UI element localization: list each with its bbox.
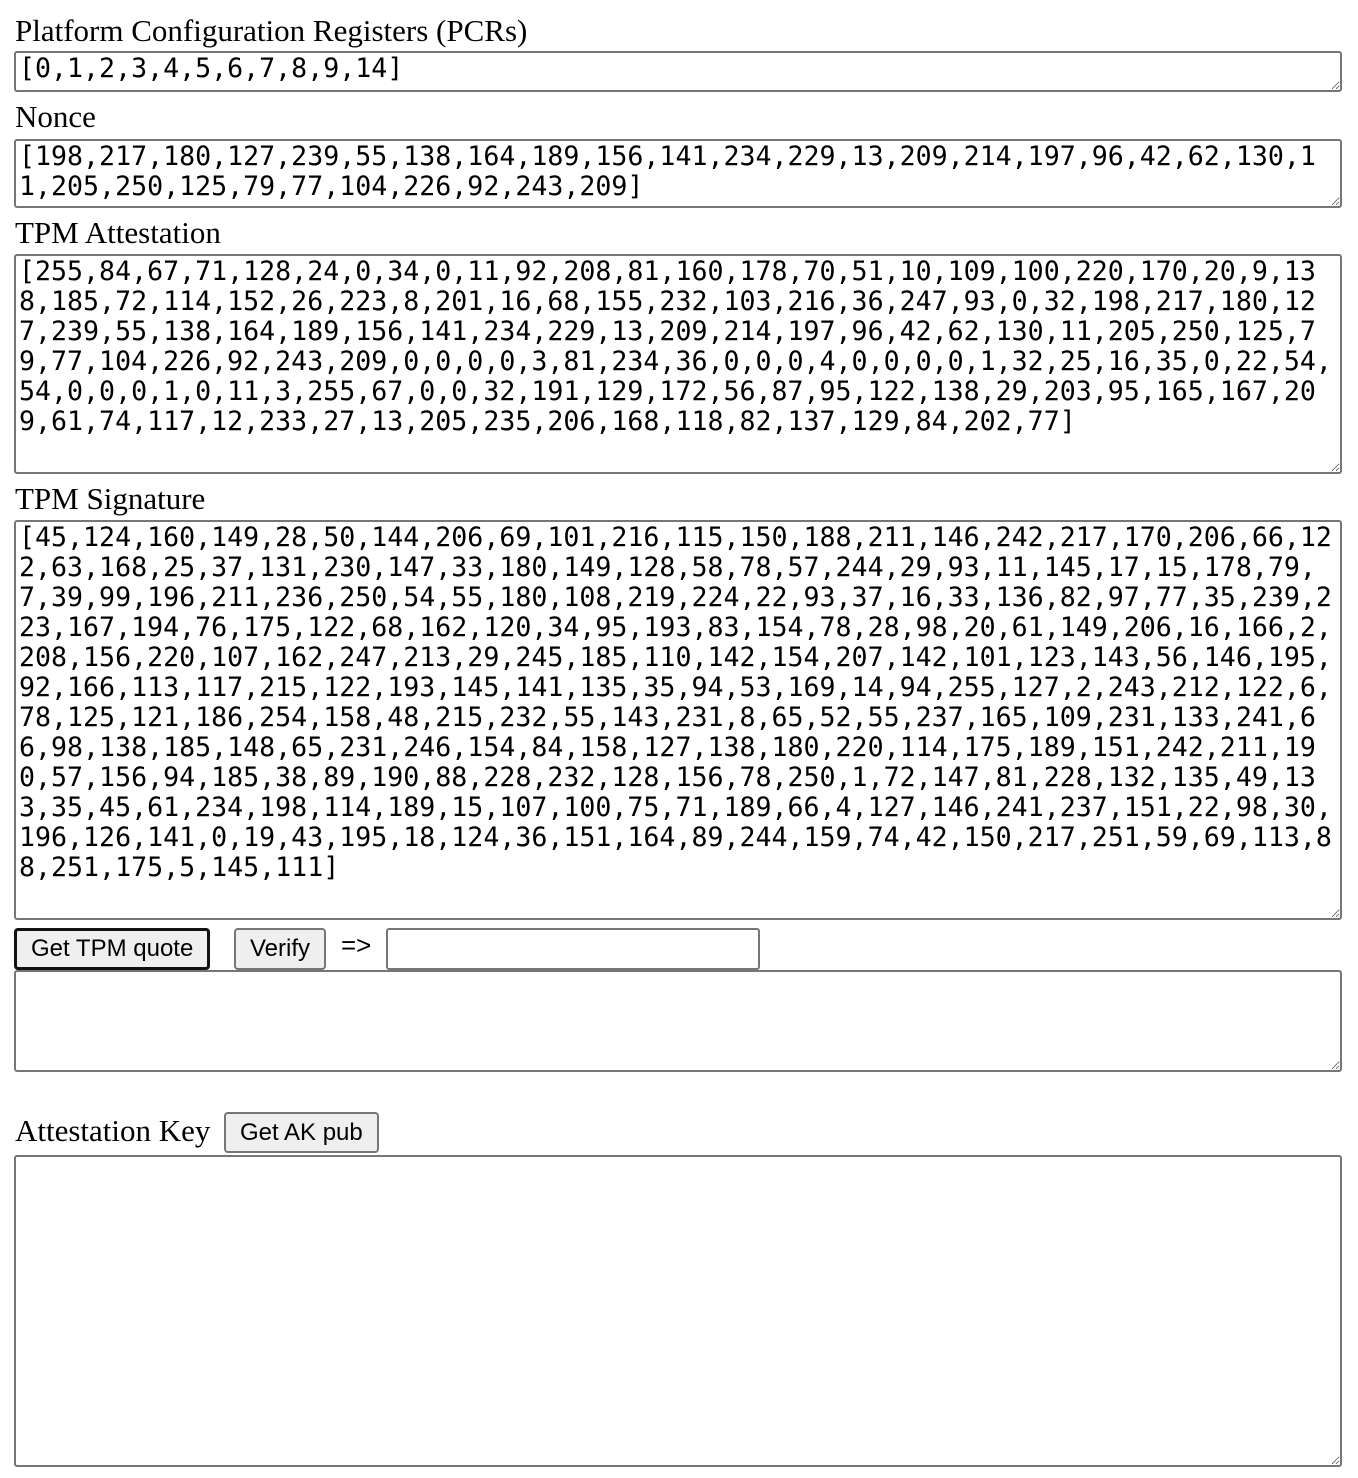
get-ak-pub-button[interactable]: Get AK pub (224, 1112, 379, 1153)
signature-textarea[interactable]: [45,124,160,149,28,50,144,206,69,101,216… (14, 520, 1342, 920)
verify-result-input[interactable] (386, 928, 760, 970)
pcrs-textarea[interactable]: [0,1,2,3,4,5,6,7,8,9,14] (14, 51, 1342, 92)
nonce-textarea[interactable]: [198,217,180,127,239,55,138,164,189,156,… (14, 139, 1342, 208)
quote-output-textarea[interactable] (14, 970, 1342, 1072)
attestation-key-label: Attestation Key (15, 1113, 211, 1148)
verify-button[interactable]: Verify (234, 928, 327, 970)
signature-label: TPM Signature (15, 481, 206, 516)
arrow-text: => (341, 930, 372, 960)
get-tpm-quote-button[interactable]: Get TPM quote (14, 928, 211, 970)
attestation-label: TPM Attestation (15, 215, 221, 250)
attestation-textarea[interactable]: [255,84,67,71,128,24,0,34,0,11,92,208,81… (14, 254, 1342, 474)
nonce-label: Nonce (15, 99, 96, 134)
attestation-key-textarea[interactable] (14, 1155, 1342, 1467)
pcrs-label: Platform Configuration Registers (PCRs) (15, 13, 528, 48)
